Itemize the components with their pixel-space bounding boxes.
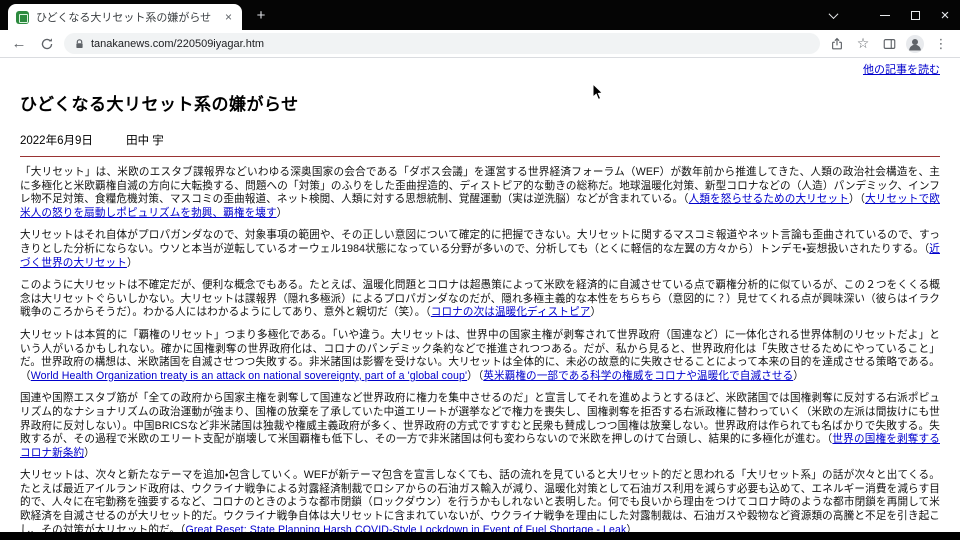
article-paragraph: 大リセットは本質的に「覇権のリセット」つまり多極化である。「いや違う。大リセット…	[20, 329, 940, 383]
article-author: 田中 宇	[126, 135, 164, 147]
address-bar[interactable]: tanakanews.com/220509iyagar.htm	[64, 33, 820, 54]
close-icon: ×	[940, 6, 950, 24]
avatar	[906, 34, 924, 53]
read-other-articles-link[interactable]: 他の記事を読む	[863, 64, 940, 76]
person-icon	[909, 38, 921, 50]
top-link-row: 他の記事を読む	[20, 63, 940, 77]
inline-link[interactable]: コロナの次は温暖化ディストピア	[431, 306, 591, 318]
bottom-black-strip	[0, 532, 960, 540]
article-paragraph: このように大リセットは不確定だが、便利な概念でもある。たとえば、温暖化問題とコロ…	[20, 279, 940, 320]
menu-button[interactable]: ⋮	[930, 33, 952, 55]
browser-titlebar: ひどくなる大リセット系の嫌がらせ × + ×	[0, 0, 960, 30]
article-body: 「大リセット」は、米欧のエスタブ諜報界などいわゆる深奥国家の会合である「ダボス会…	[20, 166, 940, 532]
tab-close-icon[interactable]: ×	[223, 10, 234, 24]
back-button[interactable]: ←	[8, 33, 30, 55]
new-tab-button[interactable]: +	[252, 7, 270, 25]
tab-favicon-icon	[16, 10, 29, 24]
tab-title: ひどくなる大リセット系の嫌がらせ	[36, 12, 212, 24]
share-button[interactable]	[826, 33, 848, 55]
article-date: 2022年6月9日	[20, 135, 93, 147]
page-title: ひどくなる大リセット系の嫌がらせ	[20, 95, 299, 114]
paragraph-text: 大リセットはそれ自体がプロパガンダなので、対象事項の範囲や、その正しい意図につい…	[20, 229, 940, 255]
browser-tab[interactable]: ひどくなる大リセット系の嫌がらせ ×	[8, 4, 242, 30]
bookmark-button[interactable]: ☆	[852, 33, 874, 55]
close-window-button[interactable]: ×	[930, 0, 960, 30]
paragraph-text: 大リセットは、次々と新たなテーマを追加・包含していく。WEFが新テーマ包含を宣言…	[20, 469, 940, 532]
article-meta: 2022年6月9日 田中 宇	[20, 132, 940, 148]
maximize-button[interactable]	[900, 0, 930, 30]
side-panel-icon	[883, 38, 895, 49]
chevron-down-icon	[828, 8, 838, 19]
lock-icon	[76, 38, 83, 48]
paragraph-text: 国連や国際エスタブ筋が「全ての政府から国家主権を剥奪して国連など世界政府に権力を…	[20, 392, 940, 446]
minimize-button[interactable]	[870, 0, 900, 30]
browser-toolbar: ← tanakanews.com/220509iyagar.htm ☆ ⋮	[0, 30, 960, 58]
profile-button[interactable]	[904, 33, 926, 55]
article-paragraph: 大リセットはそれ自体がプロパガンダなので、対象事項の範囲や、その正しい意図につい…	[20, 229, 940, 270]
article-paragraph: 大リセットは、次々と新たなテーマを追加・包含していく。WEFが新テーマ包含を宣言…	[20, 469, 940, 532]
title-divider	[20, 156, 940, 157]
minimize-icon	[880, 14, 890, 16]
paragraph-text: ）	[626, 523, 638, 532]
inline-link[interactable]: 人類を怒らせるための大リセット	[689, 193, 849, 205]
paragraph-text: ）（	[467, 369, 484, 382]
maximize-icon	[910, 10, 920, 20]
tab-search-chevron-icon[interactable]	[818, 0, 848, 30]
paragraph-text: ）	[590, 306, 602, 319]
share-icon	[832, 37, 842, 49]
article-paragraph: 「大リセット」は、米欧のエスタブ諜報界などいわゆる深奥国家の会合である「ダボス会…	[20, 166, 940, 220]
inline-link[interactable]: World Health Organization treaty is an a…	[31, 370, 467, 382]
inline-link[interactable]: Great Reset: State Planning Harsh COVID-…	[185, 524, 626, 532]
browser-window: ひどくなる大リセット系の嫌がらせ × + × ← tanakanews.com/…	[0, 0, 960, 540]
paragraph-text: ）	[126, 256, 138, 269]
window-controls: ×	[818, 0, 960, 30]
url-text: tanakanews.com/220509iyagar.htm	[91, 37, 265, 50]
paragraph-text: ）（	[848, 193, 866, 206]
paragraph-text: ）	[84, 446, 95, 459]
paragraph-text: ）	[793, 369, 804, 382]
page-content: 他の記事を読む ひどくなる大リセット系の嫌がらせ 2022年6月9日 田中 宇 …	[0, 59, 960, 532]
reload-button[interactable]	[36, 33, 58, 55]
inline-link[interactable]: 英米覇権の一部である科学の権威をコロナや温暖化で自滅させる	[483, 370, 793, 382]
side-panel-button[interactable]	[878, 33, 900, 55]
article-paragraph: 国連や国際エスタブ筋が「全ての政府から国家主権を剥奪して国連など世界政府に権力を…	[20, 392, 940, 460]
toolbar-right-icons: ☆ ⋮	[826, 33, 952, 55]
paragraph-text: ）	[276, 206, 288, 219]
reload-icon	[41, 37, 53, 49]
